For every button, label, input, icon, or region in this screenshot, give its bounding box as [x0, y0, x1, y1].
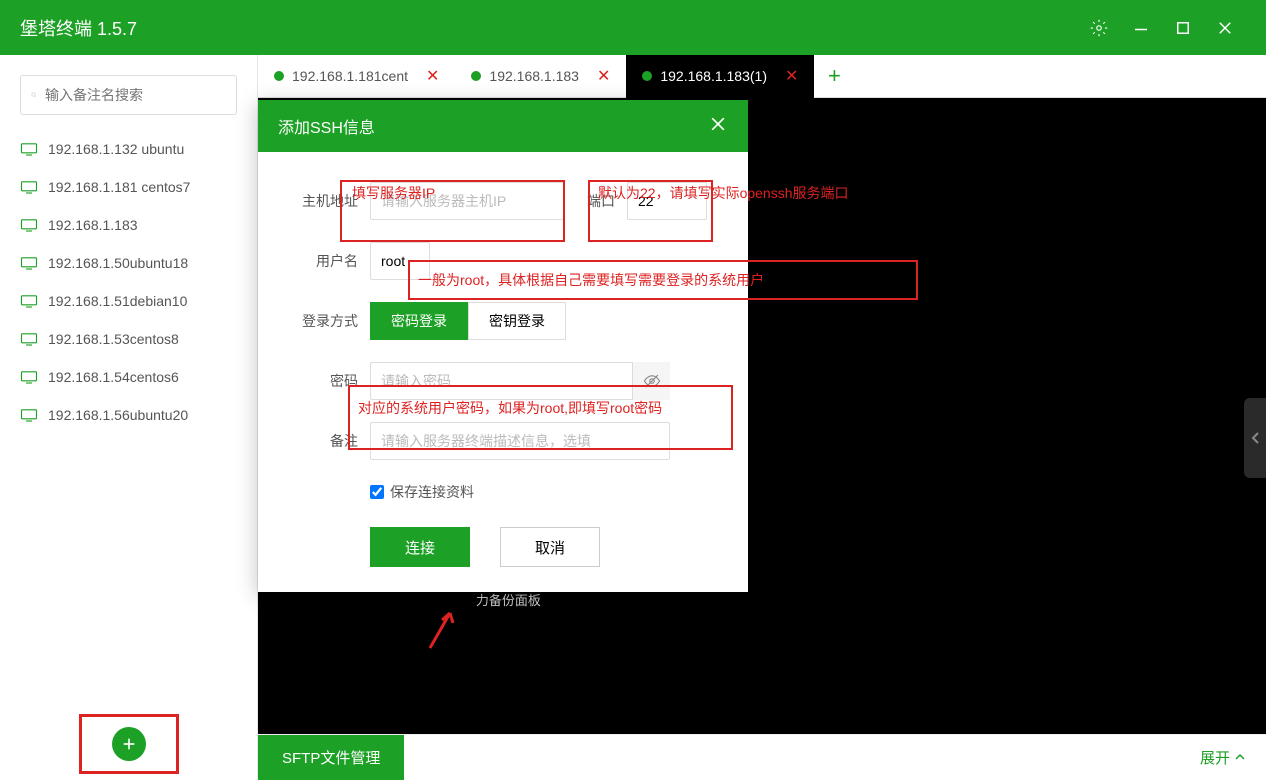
remark-input[interactable]	[370, 422, 670, 460]
login-type-label: 登录方式	[288, 311, 358, 331]
terminal-side-handle[interactable]	[1244, 398, 1266, 478]
monitor-icon	[20, 256, 38, 270]
server-label: 192.168.1.56ubuntu20	[48, 407, 188, 423]
server-label: 192.168.1.53centos8	[48, 331, 179, 347]
server-label: 192.168.1.132 ubuntu	[48, 141, 184, 157]
remark-label: 备注	[288, 431, 358, 451]
password-label: 密码	[288, 371, 358, 391]
sftp-bar: SFTP文件管理 展开	[258, 734, 1266, 779]
close-icon	[708, 114, 728, 134]
minimize-button[interactable]	[1120, 0, 1162, 55]
modal-title: 添加SSH信息	[278, 114, 375, 138]
tab-close-button[interactable]: ✕	[785, 66, 798, 86]
save-checkbox[interactable]	[370, 485, 384, 499]
login-key-button[interactable]: 密钥登录	[468, 302, 566, 340]
server-label: 192.168.1.183	[48, 217, 138, 233]
cancel-button[interactable]: 取消	[500, 527, 600, 567]
status-dot-icon	[471, 71, 481, 81]
port-input[interactable]	[627, 182, 707, 220]
server-item[interactable]: 192.168.1.53centos8	[0, 320, 257, 358]
expand-button[interactable]: 展开	[1180, 747, 1266, 768]
search-icon	[31, 86, 37, 104]
close-icon	[1216, 19, 1234, 37]
titlebar: 堡塔终端 1.5.7	[0, 0, 1266, 55]
modal-close-button[interactable]	[708, 114, 728, 139]
tab-close-button[interactable]: ✕	[426, 66, 439, 86]
add-server-annotation	[79, 714, 179, 774]
tab-label: 192.168.1.181cent	[292, 68, 408, 84]
ssh-modal: 添加SSH信息 主机地址 端口 用户名 登录方式 密码登录 密钥登录 密码	[258, 100, 748, 592]
status-dot-icon	[642, 71, 652, 81]
login-password-button[interactable]: 密码登录	[370, 302, 468, 340]
host-input[interactable]	[370, 182, 565, 220]
server-item[interactable]: 192.168.1.56ubuntu20	[0, 396, 257, 434]
monitor-icon	[20, 370, 38, 384]
search-box[interactable]	[20, 75, 237, 115]
user-label: 用户名	[288, 251, 358, 271]
server-item[interactable]: 192.168.1.132 ubuntu	[0, 130, 257, 168]
plus-icon	[121, 736, 137, 752]
tab-label: 192.168.1.183	[489, 68, 579, 84]
toggle-password-button[interactable]	[632, 362, 670, 400]
server-label: 192.168.1.51debian10	[48, 293, 187, 309]
server-item[interactable]: 192.168.1.51debian10	[0, 282, 257, 320]
tab-add-button[interactable]: +	[814, 63, 854, 89]
modal-header: 添加SSH信息	[258, 100, 748, 152]
monitor-icon	[20, 142, 38, 156]
app-title: 堡塔终端 1.5.7	[20, 15, 137, 41]
server-item[interactable]: 192.168.1.181 centos7	[0, 168, 257, 206]
tab[interactable]: 192.168.1.183 ✕	[455, 55, 626, 98]
port-label: 端口	[565, 191, 615, 211]
settings-button[interactable]	[1078, 0, 1120, 55]
server-list: 192.168.1.132 ubuntu 192.168.1.181 centos…	[0, 125, 257, 709]
password-input[interactable]	[370, 362, 670, 400]
gear-icon	[1090, 19, 1108, 37]
chevron-left-icon	[1250, 431, 1260, 445]
server-item[interactable]: 192.168.1.54centos6	[0, 358, 257, 396]
monitor-icon	[20, 218, 38, 232]
monitor-icon	[20, 180, 38, 194]
sftp-button[interactable]: SFTP文件管理	[258, 735, 404, 780]
server-item[interactable]: 192.168.1.50ubuntu18	[0, 244, 257, 282]
close-button[interactable]	[1204, 0, 1246, 55]
server-label: 192.168.1.54centos6	[48, 369, 179, 385]
server-label: 192.168.1.181 centos7	[48, 179, 190, 195]
monitor-icon	[20, 408, 38, 422]
maximize-icon	[1174, 19, 1192, 37]
expand-label: 展开	[1200, 747, 1230, 768]
server-item[interactable]: 192.168.1.183	[0, 206, 257, 244]
server-label: 192.168.1.50ubuntu18	[48, 255, 188, 271]
monitor-icon	[20, 294, 38, 308]
minimize-icon	[1132, 19, 1150, 37]
status-dot-icon	[274, 71, 284, 81]
maximize-button[interactable]	[1162, 0, 1204, 55]
user-input[interactable]	[370, 242, 430, 280]
add-server-button[interactable]	[112, 727, 146, 761]
arrow-annotation	[420, 608, 460, 653]
chevron-up-icon	[1234, 751, 1246, 763]
tab[interactable]: 192.168.1.183(1) ✕	[626, 55, 814, 98]
monitor-icon	[20, 332, 38, 346]
tab-close-button[interactable]: ✕	[597, 66, 610, 86]
eye-icon	[643, 372, 661, 390]
host-label: 主机地址	[288, 191, 358, 211]
save-label: 保存连接资料	[390, 482, 474, 502]
tab-bar: 192.168.1.181cent✕192.168.1.183✕192.168.…	[258, 55, 1266, 98]
search-input[interactable]	[45, 87, 226, 103]
tab[interactable]: 192.168.1.181cent ✕	[258, 55, 455, 98]
tab-label: 192.168.1.183(1)	[660, 68, 767, 84]
sidebar: 192.168.1.132 ubuntu 192.168.1.181 centos…	[0, 55, 258, 779]
connect-button[interactable]: 连接	[370, 527, 470, 567]
